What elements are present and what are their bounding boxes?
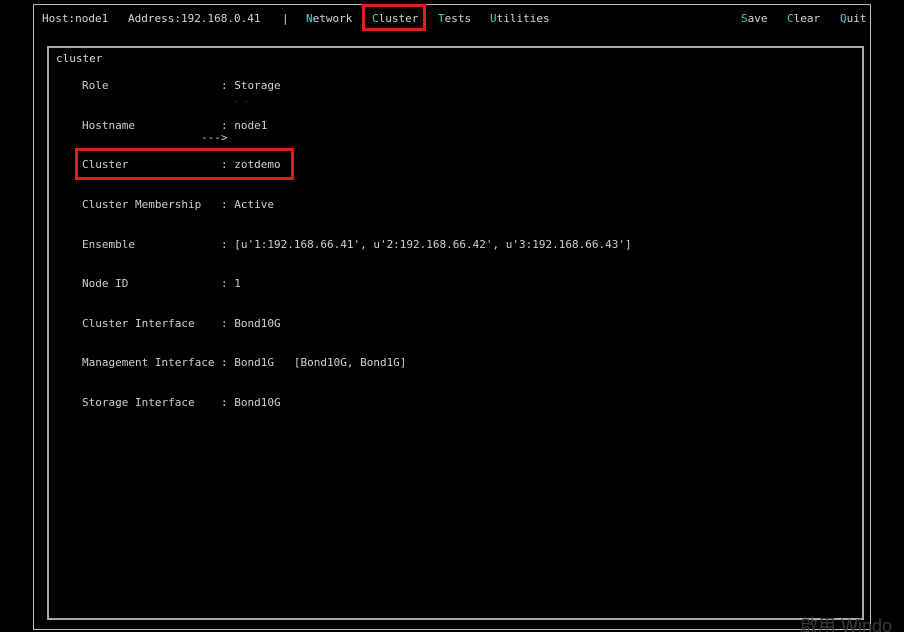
hotkey-letter: U bbox=[490, 12, 497, 25]
terminal-screen: Host:node1 Address:192.168.0.41 | Networ… bbox=[0, 0, 904, 632]
menu-clear[interactable]: Clear bbox=[787, 12, 820, 26]
field-label: Role bbox=[82, 79, 109, 92]
address-label: Address:192.168.0.41 bbox=[128, 12, 261, 25]
field-row-management-interface: Management Interface : Bond1G [Bond10G, B… bbox=[82, 356, 406, 370]
field-value: : Bond10G bbox=[221, 396, 281, 409]
field-label: Ensemble bbox=[82, 238, 135, 251]
field-label: Storage Interface bbox=[82, 396, 195, 409]
menu-clear-label: lear bbox=[793, 12, 821, 25]
field-row-ensemble: Ensemble : [u'1:192.168.66.41', u'2:192.1… bbox=[82, 238, 632, 252]
menu-save-label: ave bbox=[747, 12, 768, 25]
menu-tests[interactable]: Tests bbox=[438, 12, 471, 26]
frame-border-bottom bbox=[33, 629, 871, 630]
panel-title: cluster bbox=[56, 52, 103, 65]
host-label: Host:node1 bbox=[42, 12, 109, 25]
field-value: : [u'1:192.168.66.41', u'2:192.168.66.42… bbox=[221, 238, 632, 251]
menu-network-label: etwork bbox=[312, 12, 353, 25]
menu-utilities-label: tilities bbox=[496, 12, 550, 25]
menu-network[interactable]: Network bbox=[306, 12, 352, 26]
cursor-dots: . . bbox=[234, 95, 249, 104]
menu-cluster-highlight-box bbox=[362, 4, 426, 31]
hotkey-letter: Q bbox=[840, 12, 847, 25]
field-value: : Active bbox=[221, 198, 274, 211]
field-row-hostname: Hostname: node1 bbox=[82, 119, 267, 133]
menu-quit-label: uit bbox=[846, 12, 867, 25]
hotkey-letter: T bbox=[438, 12, 445, 25]
field-label: Cluster Interface bbox=[82, 317, 195, 330]
field-value: : Bond1G [Bond10G, Bond1G] bbox=[221, 356, 407, 369]
field-row-storage-interface: Storage Interface : Bond10G bbox=[82, 396, 281, 410]
field-value: : 1 bbox=[221, 277, 241, 290]
menu-save[interactable]: Save bbox=[741, 12, 768, 26]
hotkey-letter: N bbox=[306, 12, 313, 25]
frame-border-right bbox=[870, 4, 871, 630]
hotkey-letter: C bbox=[787, 12, 794, 25]
menu-quit[interactable]: Quit bbox=[840, 12, 867, 26]
field-value: : Storage bbox=[221, 79, 281, 92]
field-row-cluster-membership: Cluster Membership : Active bbox=[82, 198, 274, 212]
menu-utilities[interactable]: Utilities bbox=[490, 12, 550, 26]
menu-separator: | bbox=[282, 12, 289, 25]
field-row-node-id: Node ID : 1 bbox=[82, 277, 241, 291]
field-label: Management Interface bbox=[82, 356, 215, 369]
selection-arrow: ---> bbox=[201, 131, 228, 144]
field-label: Cluster Membership bbox=[82, 198, 202, 211]
field-row-cluster-interface: Cluster Interface : Bond10G bbox=[82, 317, 281, 331]
field-value: : Bond10G bbox=[221, 317, 281, 330]
frame-border-left bbox=[33, 4, 34, 630]
field-label: Node ID bbox=[82, 277, 129, 290]
menu-bar: Host:node1 Address:192.168.0.41 | Networ… bbox=[0, 0, 904, 34]
activation-watermark: 啟用 Windo bbox=[800, 616, 893, 632]
cluster-field-highlight-box bbox=[75, 148, 294, 180]
hotkey-letter: S bbox=[741, 12, 748, 25]
menu-tests-label: ests bbox=[444, 12, 472, 25]
field-row-role: Role : Storage bbox=[82, 79, 281, 93]
